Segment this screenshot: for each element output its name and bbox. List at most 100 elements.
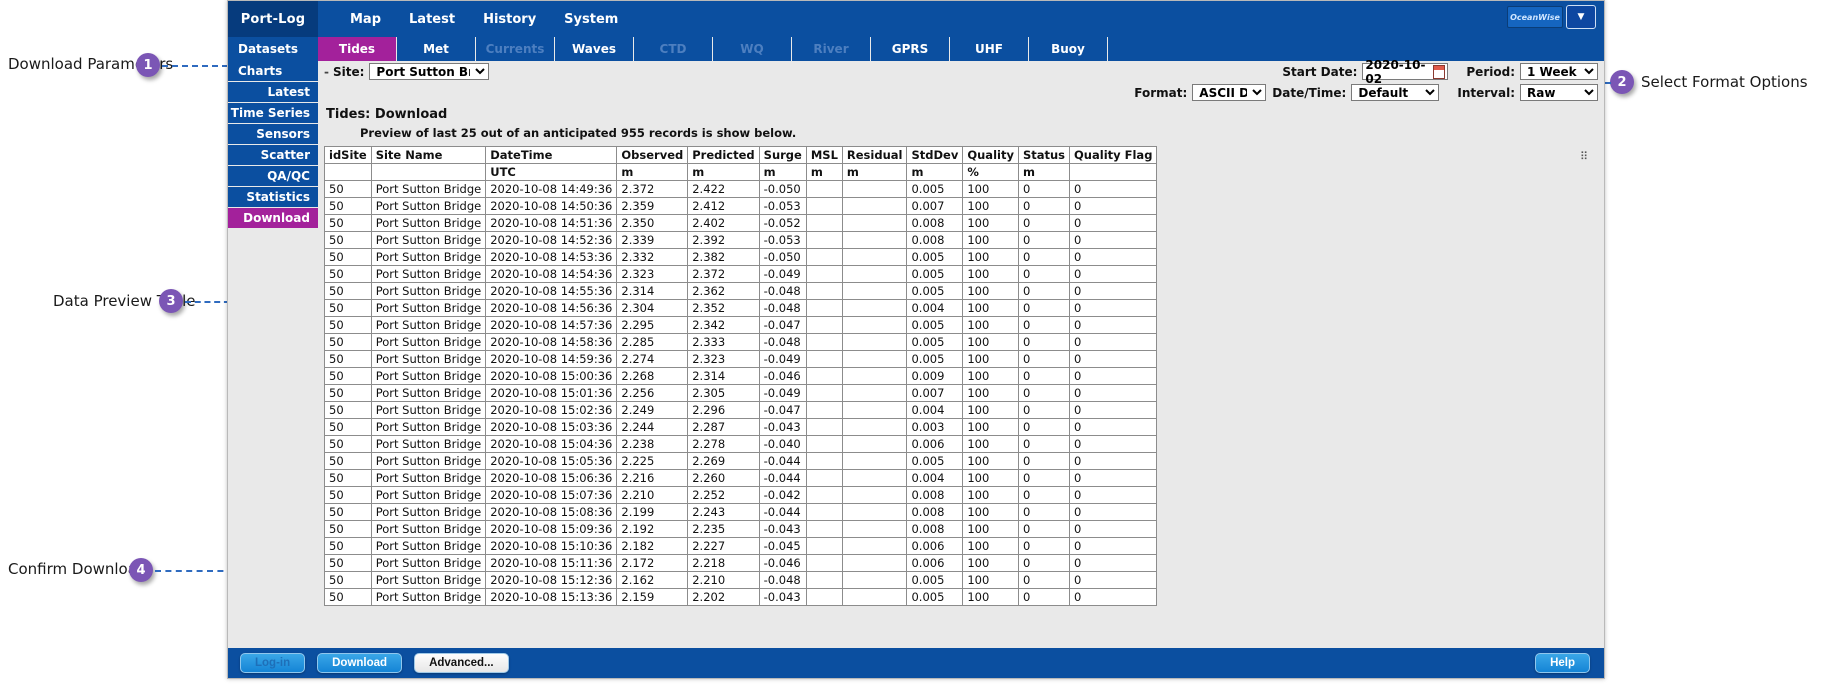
advanced-button[interactable]: Advanced... [414, 653, 509, 673]
sidebar-item-latest[interactable]: Latest [228, 82, 318, 103]
table-cell: Port Sutton Bridge [370, 418, 487, 436]
column-header[interactable]: DateTime [485, 146, 618, 164]
login-button[interactable]: Log-in [240, 653, 306, 673]
format-select[interactable]: ASCII Deli [1192, 84, 1267, 101]
datetime-select[interactable]: Default [1351, 84, 1440, 101]
column-header[interactable]: Surge [758, 146, 807, 164]
table-cell: 50 [324, 469, 372, 487]
column-header[interactable]: Residual [841, 146, 908, 164]
table-row[interactable]: 50 Port Sutton Bridge 2020-10-08 15:10:36 2… [324, 537, 1158, 555]
table-cell [805, 418, 843, 436]
sidebar-item-download[interactable]: Download [228, 208, 318, 229]
tab-met[interactable]: Met [397, 37, 476, 61]
resize-handle-icon[interactable]: ⠿ [1580, 150, 1590, 163]
table-cell: -0.049 [758, 384, 807, 402]
table-row[interactable]: 50 Port Sutton Bridge 2020-10-08 15:03:36 2… [324, 418, 1158, 436]
collapse-dash-icon[interactable]: - [324, 65, 329, 79]
table-cell: -0.053 [758, 197, 807, 215]
table-cell: 0.005 [906, 282, 964, 300]
sidebar-item-sensors[interactable]: Sensors [228, 124, 318, 145]
table-row[interactable]: 50 Port Sutton Bridge 2020-10-08 14:50:36 2… [324, 197, 1158, 215]
column-unit: m [758, 163, 807, 181]
tab-waves[interactable]: Waves [555, 37, 634, 61]
table-row[interactable]: 50 Port Sutton Bridge 2020-10-08 14:53:36 2… [324, 248, 1158, 266]
table-row[interactable]: 50 Port Sutton Bridge 2020-10-08 15:13:36 2… [324, 588, 1158, 606]
tab-tides[interactable]: Tides [318, 37, 397, 61]
column-header[interactable]: idSite [324, 146, 372, 164]
table-cell: 100 [962, 367, 1019, 385]
menu-item-latest[interactable]: Latest [395, 12, 469, 27]
table-cell: Port Sutton Bridge [370, 299, 487, 317]
table-cell [805, 486, 843, 504]
table-row[interactable]: 50 Port Sutton Bridge 2020-10-08 14:54:36 2… [324, 265, 1158, 283]
datasets-button[interactable]: Datasets [228, 37, 318, 61]
column-header[interactable]: Quality [962, 146, 1019, 164]
site-select[interactable]: Port Sutton Bridge [369, 63, 490, 80]
table-cell: 2.210 [616, 486, 689, 504]
chevron-down-icon[interactable]: ▼ [1566, 5, 1596, 29]
column-header[interactable]: Predicted [687, 146, 760, 164]
tab-buoy[interactable]: Buoy [1029, 37, 1108, 61]
column-header[interactable]: Quality Flag [1069, 146, 1158, 164]
interval-select[interactable]: Raw [1520, 84, 1598, 101]
table-cell [805, 248, 843, 266]
table-row[interactable]: 50 Port Sutton Bridge 2020-10-08 15:11:36 2… [324, 554, 1158, 572]
period-select[interactable]: 1 Week [1520, 63, 1598, 80]
table-cell [841, 350, 908, 368]
table-row[interactable]: 50 Port Sutton Bridge 2020-10-08 15:02:36 2… [324, 401, 1158, 419]
table-cell: Port Sutton Bridge [370, 197, 487, 215]
table-header-row: idSite Site Name DateTime Observed Predicted… [324, 146, 1158, 164]
table-cell: 0 [1069, 350, 1158, 368]
sidebar-item-statistics[interactable]: Statistics [228, 187, 318, 208]
tab-uhf[interactable]: UHF [950, 37, 1029, 61]
table-row[interactable]: 50 Port Sutton Bridge 2020-10-08 15:07:36 2… [324, 486, 1158, 504]
sidebar-item-scatter[interactable]: Scatter [228, 145, 318, 166]
table-cell [841, 588, 908, 606]
table-row[interactable]: 50 Port Sutton Bridge 2020-10-08 15:05:36 2… [324, 452, 1158, 470]
table-row[interactable]: 50 Port Sutton Bridge 2020-10-08 15:01:36 2… [324, 384, 1158, 402]
table-row[interactable]: 50 Port Sutton Bridge 2020-10-08 14:57:36 2… [324, 316, 1158, 334]
sidebar-item-charts[interactable]: Charts [228, 61, 318, 82]
column-header[interactable]: Observed [616, 146, 689, 164]
table-row[interactable]: 50 Port Sutton Bridge 2020-10-08 15:00:36 2… [324, 367, 1158, 385]
column-header[interactable]: Status [1017, 146, 1071, 164]
calendar-icon[interactable] [1433, 64, 1446, 79]
table-cell: 100 [962, 537, 1019, 555]
sidebar-item-time-series[interactable]: Time Series [228, 103, 318, 124]
download-button[interactable]: Download [317, 653, 403, 673]
start-date-input[interactable]: 2020-10-02 [1362, 58, 1449, 86]
column-header[interactable]: StdDev [906, 146, 964, 164]
table-row[interactable]: 50 Port Sutton Bridge 2020-10-08 15:04:36 2… [324, 435, 1158, 453]
table-row[interactable]: 50 Port Sutton Bridge 2020-10-08 14:49:36 2… [324, 180, 1158, 198]
table-cell: 2020-10-08 15:13:36 [485, 588, 618, 606]
table-cell: 0 [1017, 384, 1071, 402]
table-row[interactable]: 50 Port Sutton Bridge 2020-10-08 15:12:36 2… [324, 571, 1158, 589]
table-row[interactable]: 50 Port Sutton Bridge 2020-10-08 15:09:36 2… [324, 520, 1158, 538]
sidebar-item-qaqc[interactable]: QA/QC [228, 166, 318, 187]
table-cell: 2020-10-08 14:52:36 [485, 231, 618, 249]
table-row[interactable]: 50 Port Sutton Bridge 2020-10-08 14:59:36 2… [324, 350, 1158, 368]
table-cell: -0.044 [758, 503, 807, 521]
table-cell: 0 [1017, 265, 1071, 283]
help-button[interactable]: Help [1535, 653, 1590, 673]
table-cell: 0.006 [906, 435, 964, 453]
table-cell [805, 180, 843, 198]
table-row[interactable]: 50 Port Sutton Bridge 2020-10-08 15:08:36 2… [324, 503, 1158, 521]
table-row[interactable]: 50 Port Sutton Bridge 2020-10-08 14:58:36 2… [324, 333, 1158, 351]
table-row[interactable]: 50 Port Sutton Bridge 2020-10-08 14:56:36 2… [324, 299, 1158, 317]
table-cell: 50 [324, 214, 372, 232]
menu-item-map[interactable]: Map [336, 12, 395, 27]
table-cell: 0.005 [906, 316, 964, 334]
table-row[interactable]: 50 Port Sutton Bridge 2020-10-08 14:52:36 2… [324, 231, 1158, 249]
table-row[interactable]: 50 Port Sutton Bridge 2020-10-08 14:51:36 2… [324, 214, 1158, 232]
table-cell: 2020-10-08 15:07:36 [485, 486, 618, 504]
column-header[interactable]: Site Name [370, 146, 487, 164]
column-unit: m [805, 163, 843, 181]
table-cell: 2020-10-08 14:51:36 [485, 214, 618, 232]
menu-item-system[interactable]: System [550, 12, 632, 27]
tab-gprs[interactable]: GPRS [871, 37, 950, 61]
column-header[interactable]: MSL [805, 146, 843, 164]
table-row[interactable]: 50 Port Sutton Bridge 2020-10-08 15:06:36 2… [324, 469, 1158, 487]
table-row[interactable]: 50 Port Sutton Bridge 2020-10-08 14:55:36 2… [324, 282, 1158, 300]
menu-item-history[interactable]: History [469, 12, 550, 27]
